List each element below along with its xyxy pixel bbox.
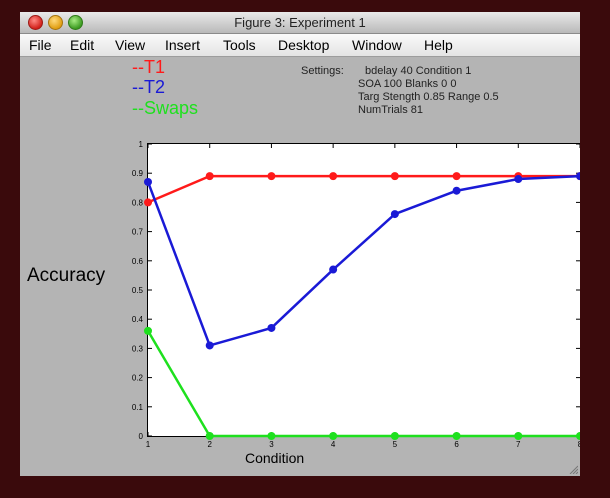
x-tick-label: 6 [454,440,459,449]
data-point-swaps [452,432,461,440]
plot-area: 0 0.1 0.2 0.3 0.4 0.5 0.6 0.7 0.8 0.9 1 1 2 3 4 5 6 7 8 [132,140,580,449]
accuracy-chart: 0 0.1 0.2 0.3 0.4 0.5 0.6 0.7 0.8 0.9 1 1 2 3 4 5 6 7 8 [132,140,580,449]
data-point-t2 [329,265,338,274]
x-tick-label: 8 [578,440,580,449]
data-point-swaps [144,326,152,335]
resize-grip-icon[interactable] [568,464,578,474]
y-tick-label: 0.6 [132,257,144,266]
legend-swaps: --Swaps [132,98,199,118]
y-tick-label: 0.1 [132,403,144,412]
data-point-t2 [267,323,276,332]
legend-t2: --T2 [132,77,165,97]
menu-view[interactable]: View [115,37,145,53]
x-tick-label: 5 [393,440,398,449]
data-point-t1 [390,172,399,181]
data-point-swaps [267,432,276,440]
x-axis-label: Condition [245,450,305,466]
menu-window[interactable]: Window [352,37,402,53]
menu-help[interactable]: Help [424,37,453,53]
menu-edit[interactable]: Edit [70,37,94,53]
data-point-t1 [452,172,461,181]
data-point-t1 [144,198,152,207]
legend-t1: --T1 [132,57,165,77]
y-axis-label: Accuracy [27,265,106,286]
x-tick-label: 3 [269,440,274,449]
data-point-t2 [390,210,399,219]
data-point-swaps [390,432,399,440]
window-title: Figure 3: Experiment 1 [234,15,366,30]
data-point-t1 [267,172,276,181]
menu-tools[interactable]: Tools [223,37,256,53]
y-tick-label: 0.3 [132,344,144,353]
data-point-t1 [205,172,214,181]
y-tick-label: 1 [139,140,144,149]
y-tick-label: 0.8 [132,198,144,207]
title-bar[interactable]: Figure 3: Experiment 1 [20,12,580,34]
data-point-t2 [205,341,214,350]
settings-label: Settings: [301,65,344,77]
x-tick-label: 7 [516,440,521,449]
menu-file[interactable]: File [29,37,52,53]
data-point-swaps [205,432,214,440]
settings-line-1: bdelay 40 Condition 1 [365,65,472,77]
data-point-t2 [514,175,523,184]
settings-line-3: Targ Stength 0.85 Range 0.5 [358,91,499,103]
figure-window: Figure 3: Experiment 1 File Edit View In… [20,12,580,476]
y-tick-label: 0.7 [132,228,144,237]
menu-insert[interactable]: Insert [165,37,200,53]
x-tick-label: 4 [331,440,336,449]
data-point-swaps [514,432,523,440]
y-tick-label: 0.2 [132,374,144,383]
series-line-t2 [146,174,580,347]
data-point-swaps [329,432,338,440]
settings-line-4: NumTrials 81 [358,104,423,116]
x-tick-label: 2 [207,440,212,449]
settings-line-2: SOA 100 Blanks 0 0 [358,78,457,90]
y-tick-label: 0.5 [132,286,144,295]
y-tick-label: 0.9 [132,169,144,178]
data-point-t2 [144,177,152,186]
y-tick-label: 0.4 [132,315,144,324]
y-tick-label: 0 [139,432,144,441]
x-tick-label: 1 [146,440,151,449]
menu-bar: File Edit View Insert Tools Desktop Wind… [20,34,580,57]
data-point-swaps [576,432,580,440]
data-point-t1 [329,172,338,181]
menu-desktop[interactable]: Desktop [278,37,329,53]
data-point-t2 [452,186,461,195]
